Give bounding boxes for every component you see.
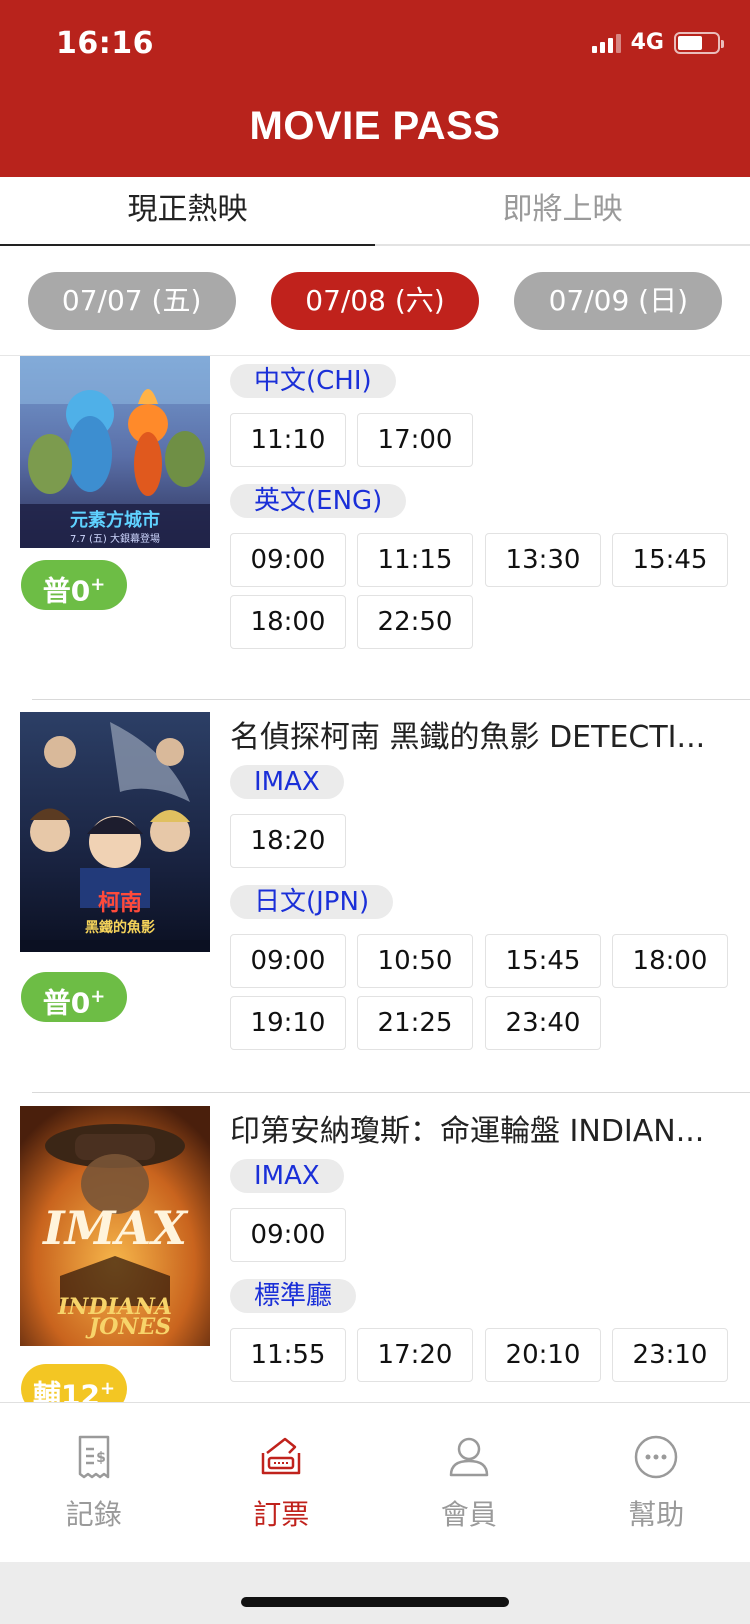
- network-label: 4G: [630, 30, 664, 55]
- tab-coming-soon[interactable]: 即將上映: [375, 177, 750, 244]
- home-indicator[interactable]: [241, 1597, 509, 1607]
- svg-text:元素方城市: 元素方城市: [70, 509, 160, 531]
- age-rating-badge: 普0+: [21, 972, 127, 1022]
- showtime-button[interactable]: 10:50: [357, 934, 473, 988]
- svg-text:JONES: JONES: [85, 1314, 171, 1340]
- showtime-button[interactable]: 20:10: [485, 1328, 601, 1382]
- nav-label: 記錄: [65, 1498, 122, 1531]
- app-header: 16:16 4G MOVIE PASS: [0, 0, 750, 177]
- showtime-button[interactable]: 13:30: [485, 533, 601, 587]
- date-pill-0709[interactable]: 07/09 (日): [514, 271, 723, 330]
- showtime-button[interactable]: 23:10: [612, 1328, 728, 1382]
- movie-list[interactable]: 元素方城市 7.7 (五) 大銀幕登場 普0+ 中文(CHI) 11:10 17…: [0, 356, 750, 1402]
- showtime-button[interactable]: 11:15: [357, 533, 473, 587]
- format-tag-english: 英文(ENG): [230, 484, 407, 518]
- signal-icon: [591, 33, 621, 53]
- nav-tickets[interactable]: 訂票: [188, 1403, 376, 1562]
- user-icon: [449, 1437, 488, 1477]
- showtime-button[interactable]: 11:10: [230, 413, 346, 467]
- svg-text:柯南: 柯南: [98, 890, 142, 916]
- showtime-button[interactable]: 09:00: [230, 934, 346, 988]
- tab-bar: 現正熱映 即將上映: [0, 177, 750, 246]
- showtime-button[interactable]: 11:55: [230, 1328, 346, 1382]
- showtime-button[interactable]: 18:00: [230, 595, 346, 649]
- movie-poster[interactable]: 柯南 黑鐵的魚影: [20, 712, 210, 952]
- showtime-button[interactable]: 17:20: [357, 1328, 473, 1382]
- nav-label: 幫助: [628, 1498, 685, 1531]
- age-rating-badge: 普0+: [21, 560, 127, 610]
- movie-title[interactable]: 印第安納瓊斯：命運輪盤 INDIAN...: [230, 1106, 730, 1150]
- date-pill-0708[interactable]: 07/08 (六): [270, 271, 479, 330]
- battery-icon: [674, 31, 724, 54]
- showtime-button[interactable]: 19:10: [230, 996, 346, 1050]
- status-time: 16:16: [56, 26, 154, 61]
- format-tag-imax: IMAX: [230, 765, 344, 799]
- showtime-button[interactable]: 22:50: [357, 595, 473, 649]
- showtime-button[interactable]: 18:00: [612, 934, 728, 988]
- showtime-button[interactable]: 15:45: [612, 533, 728, 587]
- status-icons: 4G: [591, 30, 724, 55]
- receipt-icon: $: [78, 1435, 109, 1479]
- movie-poster[interactable]: 元素方城市 7.7 (五) 大銀幕登場: [20, 356, 210, 548]
- tab-now-showing[interactable]: 現正熱映: [0, 177, 375, 246]
- page-title: MOVIE PASS: [249, 104, 501, 148]
- list-divider: [32, 699, 750, 700]
- showtime-button[interactable]: 17:00: [357, 413, 473, 467]
- svg-text:7.7 (五) 大銀幕登場: 7.7 (五) 大銀幕登場: [70, 532, 160, 545]
- nav-records[interactable]: $ 記錄: [0, 1403, 188, 1562]
- date-pill-0707[interactable]: 07/07 (五): [27, 271, 236, 330]
- home-indicator-area: [0, 1562, 750, 1624]
- format-tag-chinese: 中文(CHI): [230, 364, 396, 398]
- svg-text:IMAX: IMAX: [41, 1201, 189, 1255]
- format-tag-standard-hall: 標準廳: [230, 1279, 357, 1313]
- ticket-icon: [262, 1437, 301, 1475]
- nav-member[interactable]: 會員: [375, 1403, 563, 1562]
- showtime-button[interactable]: 15:45: [485, 934, 601, 988]
- svg-text:$: $: [96, 1450, 106, 1466]
- showtime-button[interactable]: 23:40: [485, 996, 601, 1050]
- date-selector: 07/07 (五) 07/08 (六) 07/09 (日): [0, 246, 750, 356]
- bottom-nav: $ 記錄 訂票 會員 幫助: [0, 1402, 750, 1562]
- showtime-button[interactable]: 09:00: [230, 1208, 346, 1262]
- list-divider: [32, 1092, 750, 1093]
- movie-title[interactable]: 名偵探柯南 黑鐵的魚影 DETECTI...: [230, 712, 730, 756]
- help-chat-icon: [635, 1435, 678, 1479]
- nav-label: 訂票: [253, 1498, 310, 1531]
- showtime-button[interactable]: 09:00: [230, 533, 346, 587]
- age-rating-badge: 輔12+: [21, 1364, 127, 1402]
- format-tag-imax: IMAX: [230, 1159, 344, 1193]
- showtime-button[interactable]: 18:20: [230, 814, 346, 868]
- movie-poster[interactable]: IMAX INDIANA JONES: [20, 1106, 210, 1346]
- showtime-button[interactable]: 21:25: [357, 996, 473, 1050]
- svg-text:黑鐵的魚影: 黑鐵的魚影: [85, 919, 155, 936]
- nav-help[interactable]: 幫助: [563, 1403, 750, 1562]
- format-tag-japanese: 日文(JPN): [230, 885, 394, 919]
- nav-label: 會員: [440, 1498, 497, 1531]
